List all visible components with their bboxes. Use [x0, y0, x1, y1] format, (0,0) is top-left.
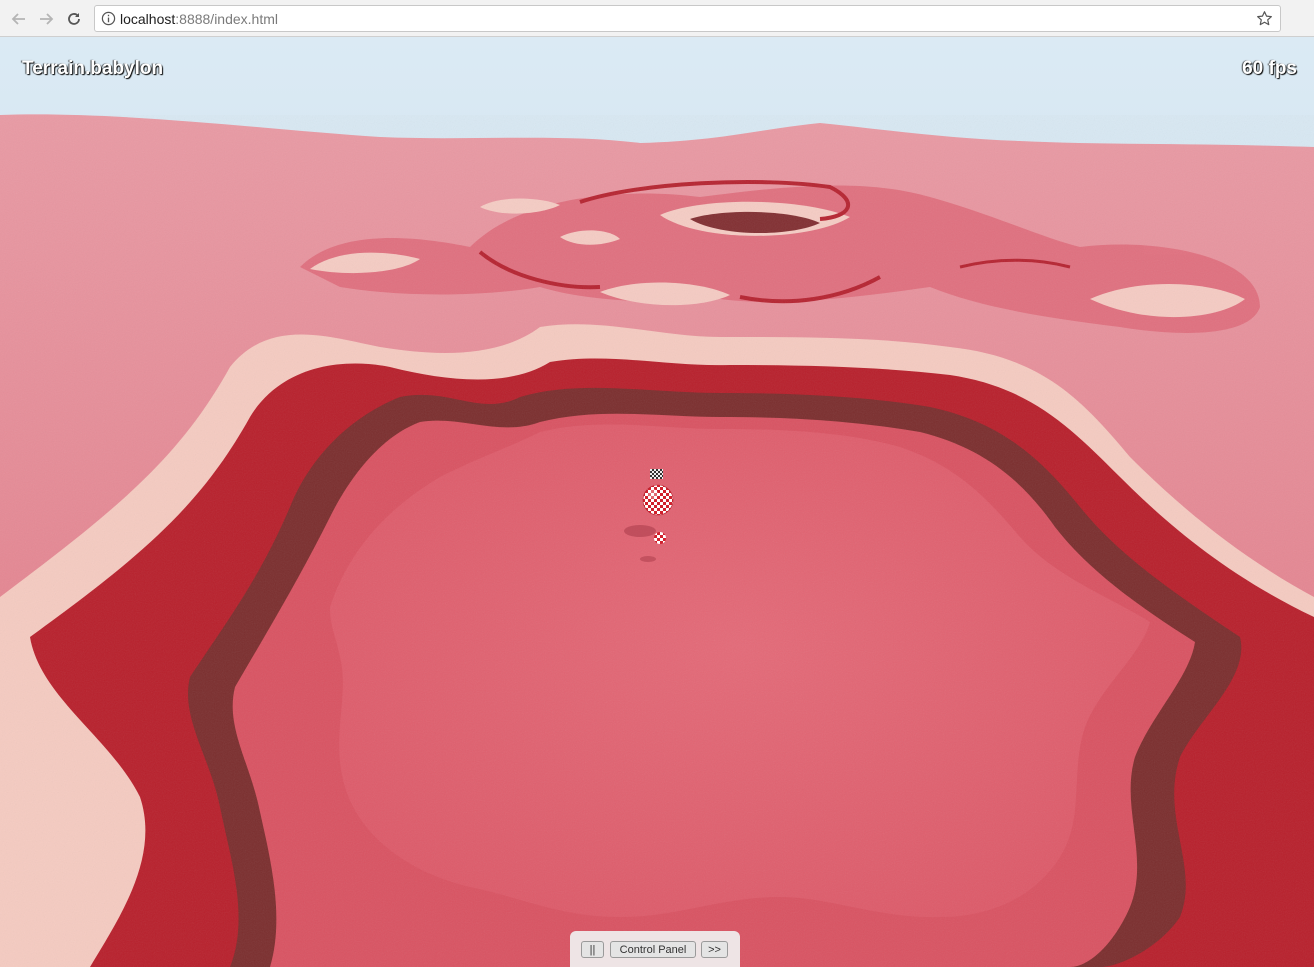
- browser-window: localhost:8888/index.html Terrain.babylo…: [0, 0, 1314, 967]
- url-path: :8888/index.html: [175, 11, 278, 27]
- pause-button[interactable]: ||: [581, 941, 604, 958]
- back-button[interactable]: [7, 7, 31, 31]
- render-viewport[interactable]: Terrain.babylon 60 fps || Control Panel …: [0, 37, 1314, 967]
- next-button[interactable]: >>: [701, 941, 728, 958]
- url-host: localhost: [120, 11, 176, 27]
- small-sphere-shadow: [640, 556, 656, 562]
- info-icon[interactable]: [101, 11, 116, 26]
- address-bar[interactable]: localhost:8888/index.html: [94, 5, 1281, 32]
- terrain-canvas[interactable]: [0, 37, 1314, 967]
- checker-flag: [650, 469, 663, 479]
- back-arrow-icon: [11, 13, 25, 25]
- reload-icon: [68, 13, 80, 25]
- scene-title: Terrain.babylon: [22, 58, 164, 79]
- star-icon[interactable]: [1256, 10, 1273, 27]
- sphere-highlight: [648, 489, 658, 499]
- browser-toolbar: localhost:8888/index.html: [0, 0, 1314, 37]
- forward-button[interactable]: [34, 7, 58, 31]
- sphere-shadow: [624, 525, 656, 537]
- fps-counter: 60 fps: [1242, 58, 1297, 79]
- checker-sphere: [642, 484, 674, 516]
- control-panel-button[interactable]: Control Panel: [610, 941, 696, 958]
- url-text: localhost:8888/index.html: [120, 10, 278, 28]
- reload-button[interactable]: [62, 7, 86, 31]
- control-bar: || Control Panel >>: [570, 931, 740, 967]
- small-checker-sphere: [654, 532, 666, 544]
- forward-arrow-icon: [40, 13, 54, 25]
